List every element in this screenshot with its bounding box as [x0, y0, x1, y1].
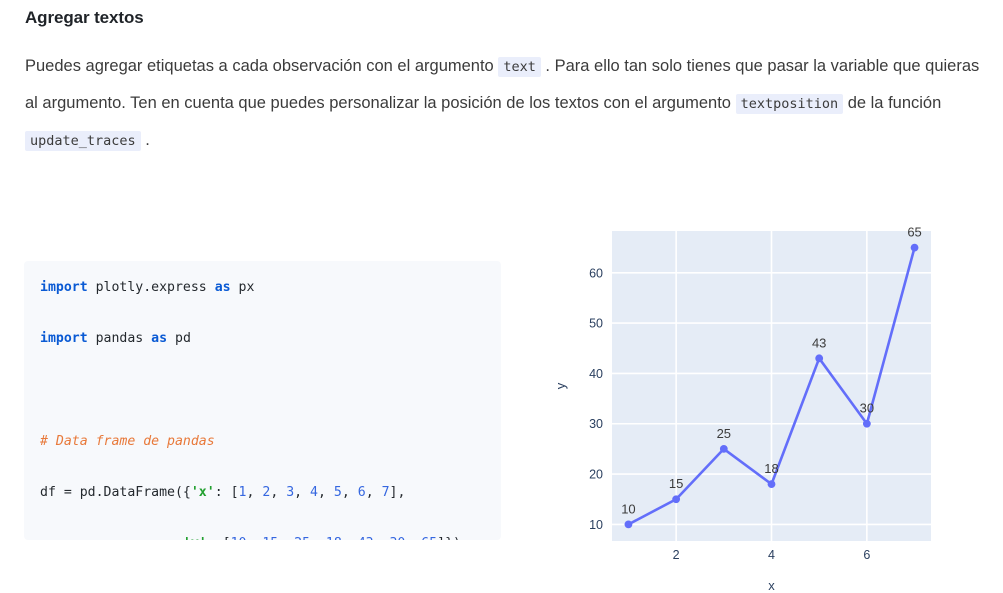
code-token: , [294, 484, 311, 500]
data-point-label: 18 [764, 461, 778, 476]
article-content: Agregar textos Puedes agregar etiquetas … [25, 0, 985, 159]
code-token: ], [389, 484, 406, 500]
code-token: import [40, 280, 88, 295]
code-token: 30 [389, 536, 405, 540]
inline-code-textposition: textposition [735, 94, 844, 114]
line-chart[interactable]: 10 20 30 40 50 60 2 4 6 y x 10 15 25 18 43 30 65 [540, 215, 1003, 593]
code-token: # Data frame de pandas [40, 433, 215, 449]
data-point-label: 43 [812, 335, 826, 350]
data-point-marker[interactable] [624, 520, 633, 529]
data-point-label: 25 [717, 426, 731, 441]
data-point-marker[interactable] [862, 419, 871, 428]
y-tick-label: 50 [589, 317, 603, 331]
code-line: # Data frame de pandas [24, 429, 501, 455]
y-tick-label: 10 [589, 518, 603, 532]
code-block[interactable]: import plotly.express as px import panda… [24, 261, 501, 540]
inline-code-text: text [498, 57, 541, 77]
data-point-label: 15 [669, 476, 683, 491]
code-token: as [214, 280, 231, 295]
code-token: , [342, 536, 358, 540]
code-token: 5 [333, 484, 342, 500]
code-token: , [374, 536, 390, 540]
x-tick-label: 6 [863, 548, 870, 562]
code-token: , [365, 484, 382, 500]
code-token: , [341, 484, 358, 500]
data-point-marker[interactable] [767, 480, 776, 489]
code-token: 10 [231, 536, 247, 540]
code-line: 'y': [10, 15, 25, 18, 43, 30, 65]}) [24, 531, 501, 540]
data-point-marker[interactable] [719, 445, 728, 453]
paragraph-segment-1: Puedes agregar etiquetas a cada observac… [25, 57, 499, 75]
code-token: 15 [262, 536, 278, 540]
code-token: 'x' [190, 484, 215, 500]
paragraph-segment-3: de la función [843, 94, 942, 112]
code-line: import pandas as pd [24, 326, 501, 352]
y-tick-label: 40 [589, 367, 603, 381]
code-token: import [40, 331, 88, 347]
code-token: : [ [207, 536, 231, 540]
code-token: 7 [381, 484, 390, 500]
x-axis-title: x [768, 578, 775, 593]
x-tick-label: 4 [768, 548, 775, 562]
code-line: import plotly.express as px [24, 275, 501, 301]
code-token: , [310, 536, 326, 540]
code-token: df = pd.DataFrame({ [40, 484, 191, 500]
x-tick-label: 2 [673, 548, 680, 562]
data-point-label: 65 [907, 225, 921, 240]
chart-svg: 10 20 30 40 50 60 2 4 6 y x 10 15 25 18 43 30 65 [553, 225, 931, 593]
page-title: Agregar textos [25, 8, 144, 27]
code-token: , [318, 484, 334, 500]
code-token: , [270, 484, 287, 500]
code-token: plotly.express [87, 280, 215, 295]
code-token: , [278, 536, 294, 540]
code-token: px [230, 280, 255, 295]
intro-paragraph: Puedes agregar etiquetas a cada observac… [25, 28, 980, 159]
data-point-label: 30 [860, 401, 874, 416]
y-axis-title: y [553, 382, 568, 389]
code-block-content: import plotly.express as px import panda… [24, 275, 501, 540]
y-tick-label: 20 [589, 468, 603, 482]
code-token: pd [167, 331, 191, 347]
code-token: ]}) [437, 536, 461, 540]
code-token: , [246, 536, 262, 540]
code-token: : [ [214, 484, 239, 500]
code-line: df = pd.DataFrame({'x': [1, 2, 3, 4, 5, … [24, 480, 501, 506]
y-tick-label: 60 [589, 266, 603, 280]
data-point-label: 10 [621, 501, 635, 516]
code-token: 4 [310, 484, 318, 500]
code-token: 6 [357, 484, 366, 500]
code-token: , [246, 484, 263, 500]
code-token: pandas [87, 331, 152, 347]
paragraph-segment-4: . [140, 131, 150, 149]
code-token: , [405, 536, 421, 540]
code-token: 3 [286, 484, 295, 500]
inline-code-update-traces: update_traces [25, 131, 141, 151]
code-token: as [151, 331, 168, 347]
page-root: Agregar textos Puedes agregar etiquetas … [0, 0, 1003, 593]
code-token: 25 [294, 536, 310, 540]
code-token: 43 [358, 536, 374, 540]
code-token: 18 [326, 536, 342, 540]
data-point-marker[interactable] [672, 495, 681, 504]
code-token: 65 [421, 536, 437, 540]
data-point-marker[interactable] [815, 354, 824, 363]
data-point-marker[interactable] [910, 243, 919, 252]
code-token: 'y' [183, 536, 207, 540]
y-tick-label: 30 [589, 417, 603, 431]
